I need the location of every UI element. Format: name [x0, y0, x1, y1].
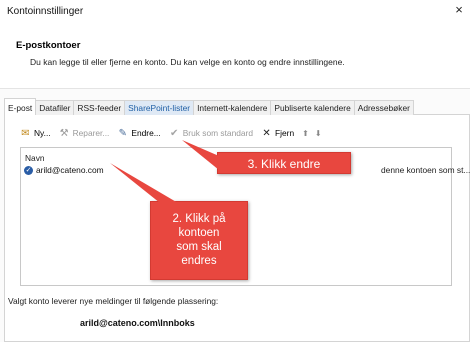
- remove-button[interactable]: ✕ Fjern: [261, 128, 294, 139]
- move-down-icon[interactable]: ⬇: [315, 129, 322, 138]
- new-account-icon: ✉: [21, 127, 30, 139]
- column-header-name[interactable]: Navn: [25, 153, 45, 163]
- remove-label: Fjern: [275, 128, 295, 138]
- repair-button[interactable]: ⚒ Reparer...: [59, 128, 110, 139]
- section-description: Du kan legge til eller fjerne en konto. …: [30, 57, 345, 67]
- window-title: Kontoinnstillinger: [7, 6, 84, 17]
- default-account-check-icon: ✓: [24, 165, 33, 175]
- tab-internet-calendars[interactable]: Internett-kalendere: [193, 100, 272, 115]
- change-button[interactable]: ✎ Endre...: [117, 127, 161, 139]
- callout-step-3: 3. Klikk endre: [217, 152, 351, 174]
- remove-x-icon: ✕: [262, 127, 271, 139]
- default-check-icon: ✔: [170, 127, 179, 139]
- tab-sharepoint-lists[interactable]: SharePoint-lister: [124, 100, 195, 115]
- close-button[interactable]: ×: [448, 0, 470, 22]
- delivery-location-path: arild@cateno.com\Innboks: [80, 318, 195, 328]
- change-settings-icon: ✎: [118, 127, 128, 139]
- tab-rss-feeds[interactable]: RSS-feeder: [73, 100, 126, 115]
- callout-step-2: 2. Klikk på kontoen som skal endres: [150, 201, 248, 280]
- repair-label: Reparer...: [72, 128, 110, 138]
- callout-step-2-line: 2. Klikk på: [172, 213, 226, 225]
- new-account-button[interactable]: ✉ Ny...: [20, 127, 51, 139]
- change-label: Endre...: [131, 128, 161, 138]
- move-up-icon[interactable]: ⬆: [302, 129, 309, 138]
- new-account-label: Ny...: [34, 128, 51, 138]
- account-toolbar: ✉ Ny... ⚒ Reparer... ✎ Endre... ✔ Bruk s…: [20, 125, 328, 141]
- tab-data-files[interactable]: Datafiler: [35, 100, 75, 115]
- tab-address-books[interactable]: Adressebøker: [353, 100, 414, 115]
- callout-step-2-line: som skal: [176, 241, 222, 253]
- section-header: E-postkontoer Du kan legge til eller fje…: [0, 22, 470, 88]
- delivery-location-label: Valgt konto leverer nye meldinger til fø…: [8, 296, 219, 306]
- tab-strip: E-post Datafiler RSS-feeder SharePoint-l…: [4, 98, 414, 115]
- tab-email[interactable]: E-post: [4, 98, 37, 115]
- set-default-button[interactable]: ✔ Bruk som standard: [169, 128, 253, 139]
- set-default-label: Bruk som standard: [182, 128, 254, 138]
- tab-published-calendars[interactable]: Publiserte kalendere: [270, 100, 355, 115]
- section-title: E-postkontoer: [16, 40, 81, 51]
- wrench-icon: ⚒: [59, 127, 69, 139]
- callout-step-2-line: endres: [181, 255, 217, 267]
- account-type: denne kontoen som st...: [381, 165, 470, 175]
- title-bar: Kontoinnstillinger ×: [0, 0, 470, 22]
- callout-step-2-line: kontoen: [178, 227, 220, 239]
- account-name: arild@cateno.com: [36, 165, 104, 175]
